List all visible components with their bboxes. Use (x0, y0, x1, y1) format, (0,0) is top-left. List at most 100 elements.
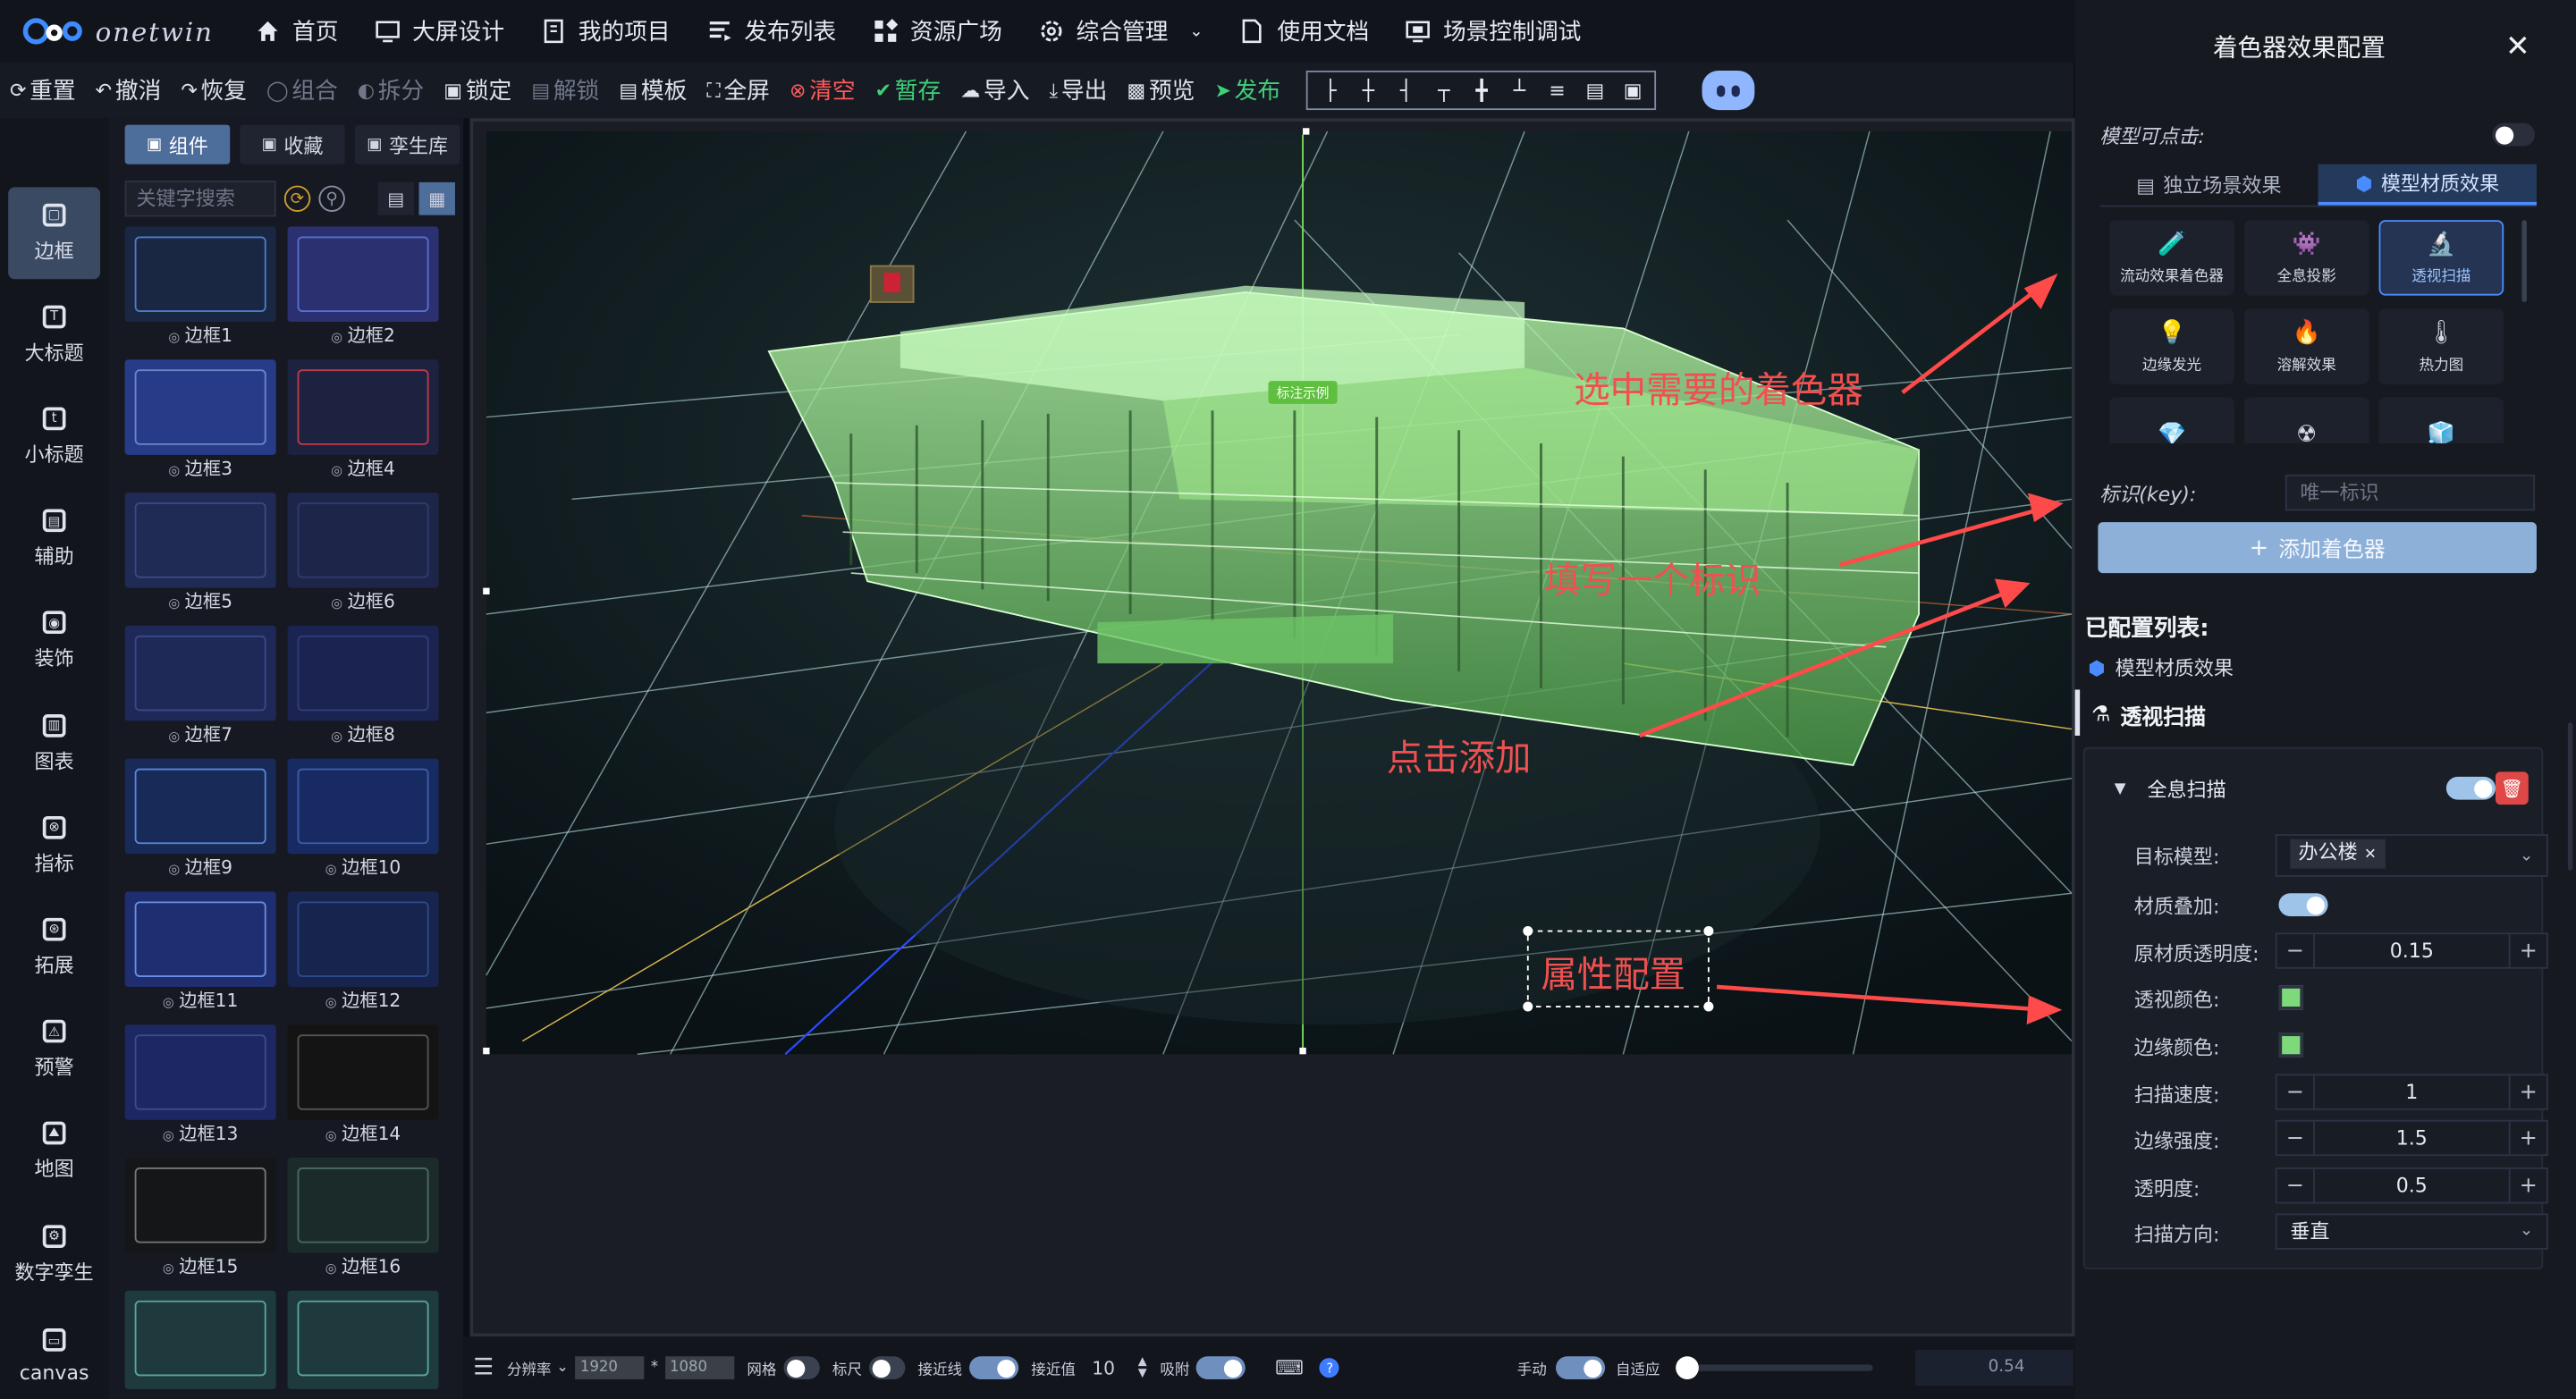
edge-color-swatch[interactable] (2278, 1032, 2304, 1058)
tag-close-icon[interactable]: ✕ (2364, 847, 2377, 864)
configured-effect-item[interactable]: ⚗ 透视扫描 (2091, 700, 2206, 730)
ruler-toggle[interactable] (868, 1356, 905, 1379)
effect-option[interactable]: 💎 (2109, 397, 2234, 443)
keyword-search-input[interactable]: 关键字搜索 (124, 181, 276, 217)
fullscreen-button[interactable]: ⛶ 全屏 (706, 74, 770, 107)
sidebar-item-11[interactable]: ⚙ 数字孪生 (8, 1209, 100, 1301)
component-thumbnail[interactable]: 边框14 (287, 1024, 439, 1146)
component-thumbnail[interactable]: 边框5 (124, 493, 276, 614)
plus-icon[interactable]: + (2511, 934, 2546, 967)
ai-assistant-robot-icon[interactable] (1702, 70, 1756, 111)
scan-speed-stepper[interactable]: −1 + (2275, 1074, 2548, 1110)
effect-grid-scrollbar[interactable] (2521, 220, 2527, 302)
sidebar-item-4[interactable]: ▤ 辅助 (8, 493, 100, 586)
list-view-icon[interactable]: ▤ (377, 181, 415, 215)
unlock-button[interactable]: ▤ 解锁 (531, 74, 599, 107)
reset-button[interactable]: ⟳ 重置 (10, 74, 76, 107)
snap-line-toggle[interactable] (968, 1356, 1018, 1379)
group-button[interactable]: ◯ 组合 (266, 74, 338, 107)
target-model-select[interactable]: 办公楼 ✕ ⌄ (2275, 834, 2548, 877)
distribute-vertical-icon[interactable]: ▤ (1579, 77, 1610, 103)
sidebar-item-6[interactable]: ▥ 图表 (8, 698, 100, 790)
component-thumbnail[interactable]: 边框10 (287, 758, 439, 881)
align-left-icon[interactable]: ├ (1315, 77, 1347, 103)
keyboard-icon[interactable]: ⌨ (1275, 1356, 1304, 1379)
align-center-horizontal-icon[interactable]: ┼ (1353, 77, 1384, 103)
component-thumbnail[interactable]: 边框3 (124, 359, 276, 481)
model-clickable-toggle[interactable] (2492, 122, 2536, 147)
effect-option[interactable]: 👾 全息投影 (2243, 220, 2369, 296)
zoom-slider[interactable] (1676, 1356, 1874, 1379)
fit-screen-icon[interactable]: ▣ (1617, 77, 1649, 103)
ungroup-button[interactable]: ◐ 拆分 (358, 74, 424, 107)
scan-speed-value[interactable]: 1 (2313, 1075, 2511, 1108)
align-middle-vertical-icon[interactable]: ╋ (1466, 77, 1498, 103)
publish-button[interactable]: ➤ 发布 (1214, 74, 1280, 107)
chevron-down-icon[interactable]: ⌄ (556, 1360, 569, 1376)
material-overlay-toggle[interactable] (2278, 893, 2328, 916)
nav-publish-list[interactable]: 发布列表 (706, 15, 836, 48)
redo-button[interactable]: ↷ 恢复 (181, 74, 247, 107)
zoom-value[interactable]: 0.54 (1916, 1349, 2074, 1386)
help-icon[interactable]: ? (1320, 1358, 1340, 1378)
sidebar-item-5[interactable]: ◉ 装饰 (8, 595, 100, 687)
delete-icon[interactable]: 🗑 (2496, 771, 2529, 805)
component-thumbnail[interactable]: 边框6 (287, 493, 439, 614)
component-thumbnail[interactable]: 边框16 (287, 1158, 439, 1279)
opacity-stepper[interactable]: −0.15 + (2275, 932, 2548, 969)
distribute-horizontal-icon[interactable]: ≡ (1541, 77, 1573, 103)
component-thumbnail[interactable]: 边框8 (287, 625, 439, 747)
close-icon[interactable]: ✕ (2505, 29, 2530, 64)
nav-docs[interactable]: 使用文档 (1239, 15, 1369, 48)
sidebar-item-1[interactable]: ▢ 边框 (8, 187, 101, 280)
sidebar-item-7[interactable]: ⊗ 指标 (8, 800, 100, 892)
tab-material-effect[interactable]: ⬢ 模型材质效果 (2318, 164, 2537, 206)
manual-adaptive-toggle[interactable] (1556, 1356, 1606, 1379)
component-thumbnail[interactable]: 边框1 (124, 226, 276, 348)
tab-components[interactable]: ▣ 组件 (124, 124, 231, 164)
minus-icon[interactable]: − (2277, 1169, 2313, 1202)
scan-direction-select[interactable]: 垂直 ⌄ (2275, 1213, 2548, 1250)
design-canvas[interactable]: 标注示例 选中需要的着色器 填写一个标识 点击添加 属性配置 (469, 118, 2075, 1337)
import-button[interactable]: ☁ 导入 (960, 74, 1029, 107)
zoom-slider-handle[interactable] (1676, 1356, 1700, 1379)
nav-home[interactable]: 首页 (255, 15, 339, 48)
plus-icon[interactable]: + (2511, 1169, 2546, 1202)
spinner-icon[interactable]: ▲ ▼ (1138, 1355, 1147, 1379)
tab-twin-library[interactable]: ▣ 孪生库 (354, 124, 460, 164)
perspective-color-swatch[interactable] (2278, 985, 2304, 1010)
effect-option[interactable]: ☢ (2243, 397, 2369, 443)
configured-group[interactable]: ⬢ 模型材质效果 (2088, 653, 2234, 681)
component-thumbnail[interactable] (124, 1290, 276, 1399)
effect-option[interactable]: 💡 边缘发光 (2109, 308, 2234, 384)
collapse-caret-icon[interactable]: ▼ (2115, 781, 2126, 797)
component-thumbnail[interactable]: 边框12 (287, 891, 439, 1013)
template-button[interactable]: ▤ 模板 (619, 74, 687, 107)
key-input[interactable]: 唯一标识 (2285, 474, 2536, 511)
minus-icon[interactable]: − (2277, 934, 2313, 967)
align-bottom-icon[interactable]: ┴ (1504, 77, 1535, 103)
nav-general-management[interactable]: 综合管理 ⌄ (1038, 15, 1204, 48)
component-thumbnail[interactable]: 边框15 (124, 1158, 276, 1279)
edge-strength-value[interactable]: 1.5 (2313, 1121, 2511, 1155)
annotation-props-config[interactable]: 属性配置 (1541, 946, 1685, 999)
effect-option[interactable]: 🔬 透视扫描 (2378, 220, 2504, 296)
minus-icon[interactable]: − (2277, 1075, 2313, 1108)
lock-button[interactable]: ▣ 锁定 (443, 74, 511, 107)
export-button[interactable]: ⤓ 导出 (1049, 74, 1107, 107)
transparency-stepper[interactable]: −0.5 + (2275, 1167, 2548, 1204)
refresh-icon[interactable]: ⟳ (283, 185, 311, 212)
sidebar-item-10[interactable]: ⛰ 地图 (8, 1107, 100, 1199)
adsorb-toggle[interactable] (1195, 1356, 1246, 1379)
effect-option[interactable]: 🔥 溶解效果 (2243, 308, 2369, 384)
save-draft-button[interactable]: ✔ 暂存 (875, 74, 942, 107)
sidebar-item-12[interactable]: ▭ canvas (8, 1311, 100, 1399)
nav-screen-design[interactable]: 大屏设计 (375, 15, 504, 48)
plus-icon[interactable]: + (2511, 1075, 2546, 1108)
component-thumbnail[interactable] (287, 1290, 439, 1399)
effect-enable-toggle[interactable] (2445, 776, 2496, 800)
component-thumbnail[interactable]: 边框4 (287, 359, 439, 481)
add-shader-button[interactable]: + 添加着色器 (2098, 522, 2537, 574)
width-input[interactable]: 1920 (575, 1356, 645, 1379)
grid-view-icon[interactable]: ▦ (418, 181, 455, 215)
